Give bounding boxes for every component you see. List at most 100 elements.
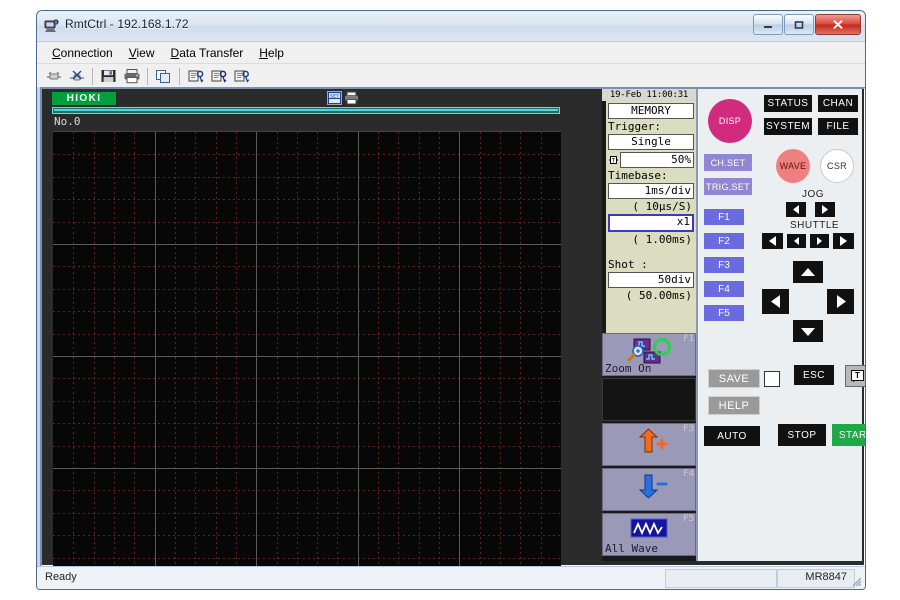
nav-right-button[interactable] (827, 289, 854, 314)
shuttle-left-fast-button[interactable] (762, 233, 783, 249)
f4-button[interactable]: F4 (704, 281, 744, 297)
key-read-icon[interactable] (185, 66, 206, 86)
status-bar: Ready MR8847 (37, 566, 865, 589)
help-button[interactable]: HELP (708, 396, 760, 415)
softkey-f1[interactable]: F1 Zoom On (602, 333, 696, 376)
f1-button[interactable]: F1 (704, 209, 744, 225)
status-progress-slot (665, 569, 777, 588)
chan-button[interactable]: CHAN (818, 95, 858, 112)
shuttle-right-fast-button[interactable] (833, 233, 854, 249)
print-icon[interactable] (121, 66, 142, 86)
shot-value-field[interactable]: 50div (608, 272, 694, 288)
f2-button[interactable]: F2 (704, 233, 744, 249)
jog-left-button[interactable] (786, 202, 806, 217)
connect-icon[interactable] (43, 66, 64, 86)
menu-item-data-transfer[interactable]: Data Transfer (164, 44, 251, 62)
softkey-f4[interactable]: F4 (602, 468, 696, 511)
f5-button[interactable]: F5 (704, 305, 744, 321)
shuttle-right-button[interactable] (810, 234, 829, 248)
file-button[interactable]: FILE (818, 118, 858, 135)
client-area: HIOKI SET No.0 19-Feb 11:00:31 MEMORY Tr… (37, 87, 865, 589)
svg-text:0: 0 (55, 21, 57, 25)
esc-button[interactable]: ESC (794, 365, 834, 385)
disconnect-icon[interactable] (66, 66, 87, 86)
arrow-down-minus-icon (629, 473, 669, 499)
device-model: MR8847 (805, 571, 847, 583)
menu-label-help: elp (267, 45, 284, 60)
stop-button[interactable]: STOP (778, 424, 826, 446)
f3-button[interactable]: F3 (704, 257, 744, 273)
text-key-icon[interactable]: T (845, 365, 865, 387)
softkey-f3[interactable]: F3 (602, 423, 696, 466)
waveform-scroll-indicator[interactable] (52, 107, 560, 114)
arrow-up-plus-icon (629, 428, 669, 454)
svg-text:T: T (612, 157, 616, 164)
grid-minor-horizontal (53, 154, 561, 155)
system-button[interactable]: SYSTEM (764, 118, 812, 135)
copy-icon[interactable] (153, 66, 174, 86)
window-controls (753, 14, 861, 35)
timebase-title: Timebase: (608, 169, 668, 182)
waveform-area: HIOKI SET No.0 (42, 89, 602, 589)
softkey-f5[interactable]: F5 All Wave (602, 513, 696, 556)
save-icon[interactable] (98, 66, 119, 86)
menu-item-connection[interactable]: Connection (45, 44, 120, 62)
nav-up-button[interactable] (793, 261, 823, 283)
grid-minor-horizontal (53, 222, 561, 223)
menu-item-help[interactable]: Help (252, 44, 291, 62)
grid-minor-horizontal (53, 378, 561, 379)
status-panel-body: MEMORY Trigger: Single T 50% Timebase: 1… (602, 101, 696, 333)
wave-button[interactable]: WAVE (776, 149, 810, 183)
status-button[interactable]: STATUS (764, 95, 812, 112)
menu-accel-connection: C (52, 45, 61, 60)
grid-minor-horizontal (53, 535, 561, 536)
auto-button[interactable]: AUTO (704, 426, 760, 446)
timebase-magnify-field[interactable]: x1 (608, 214, 694, 232)
nav-left-button[interactable] (762, 289, 789, 314)
shot-title: Shot : (608, 258, 648, 271)
save-button[interactable]: SAVE (708, 369, 760, 388)
timebase-perdiv-field[interactable]: 1ms/div (608, 183, 694, 199)
application-window: 0 RmtCtrl - 192.168.1.72 Connection View… (36, 10, 866, 590)
close-button[interactable] (815, 14, 861, 35)
grid-minor-horizontal (53, 423, 561, 424)
start-button[interactable]: START (832, 424, 865, 446)
csr-button[interactable]: CSR (820, 149, 854, 183)
grid-major-horizontal (53, 244, 561, 245)
trigger-title: Trigger: (608, 120, 661, 133)
resize-grip[interactable] (850, 575, 862, 587)
minimize-button[interactable] (753, 14, 783, 35)
timebase-magnify-sub: ( 1.00ms) (632, 233, 692, 246)
softkey-f2[interactable] (602, 378, 696, 421)
grid-minor-horizontal (53, 334, 561, 335)
softkey-f3-tag: F3 (683, 424, 694, 434)
grid-major-horizontal (53, 468, 561, 469)
disp-button[interactable]: DISP (708, 99, 752, 143)
status-panel: 19-Feb 11:00:31 MEMORY Trigger: Single T (602, 89, 696, 561)
grid-minor-horizontal (53, 401, 561, 402)
print-screen-icon[interactable] (344, 91, 359, 105)
device-screen: HIOKI SET No.0 19-Feb 11:00:31 MEMORY Tr… (40, 87, 865, 589)
trigger-position-field[interactable]: 50% (620, 152, 694, 168)
grid-minor-horizontal (53, 289, 561, 290)
memory-mode-field[interactable]: MEMORY (608, 103, 694, 119)
maximize-button[interactable] (784, 14, 814, 35)
key-config-icon[interactable] (231, 66, 252, 86)
toolbar-separator-3 (179, 67, 180, 85)
jog-right-button[interactable] (815, 202, 835, 217)
shuttle-left-button[interactable] (787, 234, 806, 248)
trigset-button[interactable]: TRIG.SET (704, 178, 752, 195)
nav-down-button[interactable] (793, 320, 823, 342)
chset-button[interactable]: CH.SET (704, 154, 752, 171)
softkey-f5-tag: F5 (683, 514, 694, 524)
remote-control-panel: DISP STATUS CHAN SYSTEM FILE CH.SET TRIG… (696, 89, 865, 561)
settings-icon[interactable]: SET (327, 91, 342, 105)
all-wave-icon (629, 518, 669, 540)
trigger-kind-field[interactable]: Single (608, 134, 694, 150)
graph-top-icons: SET (327, 91, 359, 105)
softkey-f5-label: All Wave (605, 542, 658, 555)
waveform-plot[interactable] (53, 131, 561, 579)
menu-item-view[interactable]: View (122, 44, 162, 62)
toolbar-separator-2 (147, 67, 148, 85)
key-write-icon[interactable] (208, 66, 229, 86)
